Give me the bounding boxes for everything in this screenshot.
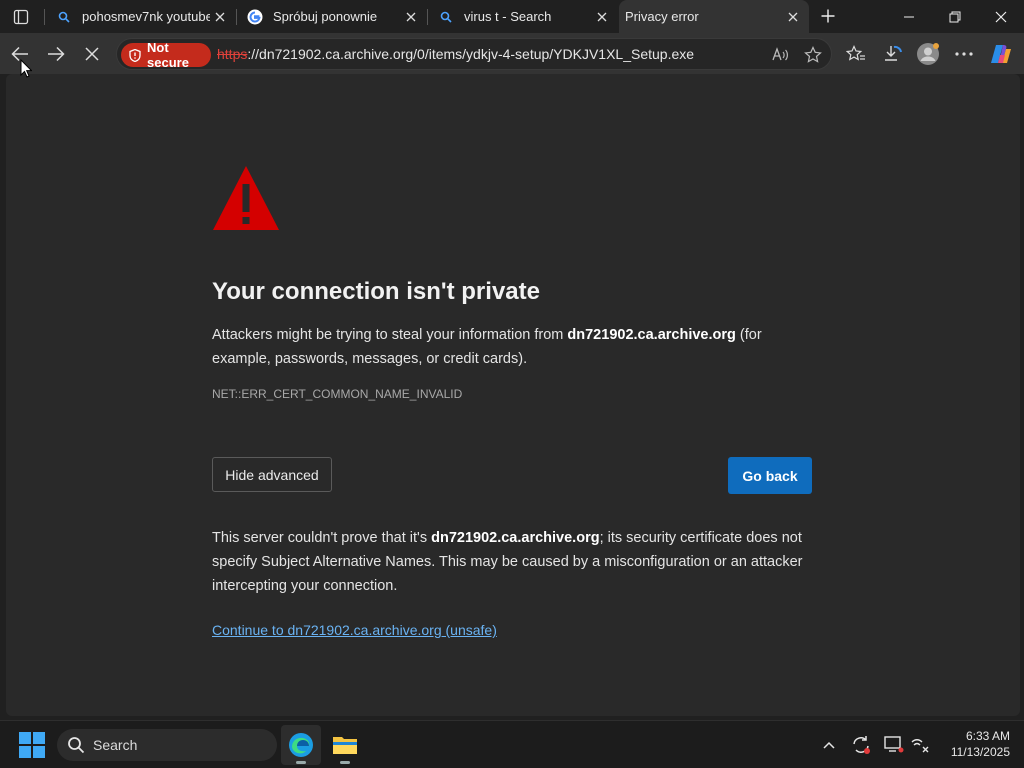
shield-warning-icon (129, 48, 141, 62)
tab-title: Privacy error (625, 9, 699, 24)
taskbar-search-box[interactable]: Search (57, 729, 277, 761)
display-icon[interactable] (882, 733, 906, 757)
windows-start-icon[interactable] (19, 732, 45, 758)
address-bar[interactable]: Not secure https://dn721902.ca.archive.o… (116, 38, 832, 70)
clock-date: 11/13/2025 (950, 745, 1010, 759)
clock-time: 6:33 AM (965, 729, 1010, 743)
file-explorer-taskbar-icon[interactable] (325, 725, 365, 765)
downloads-icon[interactable] (880, 41, 906, 67)
page-title: Your connection isn't private (212, 278, 540, 305)
url-path: ://dn721902.ca.archive.org/0/items/ydkjv… (247, 46, 695, 62)
detail-host: dn721902.ca.archive.org (431, 530, 600, 546)
tab-privacy-error[interactable]: Privacy error (619, 0, 809, 33)
edge-taskbar-icon[interactable] (281, 725, 321, 765)
error-code[interactable]: NET::ERR_CERT_COMMON_NAME_INVALID (212, 387, 462, 401)
close-tab-icon[interactable] (210, 7, 230, 27)
copilot-icon[interactable] (988, 41, 1014, 67)
error-page: Your connection isn't private Attackers … (6, 74, 1020, 716)
hide-advanced-button[interactable]: Hide advanced (212, 457, 332, 492)
google-icon (247, 9, 263, 25)
tab-title: virus t - Search (464, 9, 552, 24)
close-window-button[interactable] (978, 0, 1024, 33)
open-app-indicator (340, 761, 350, 764)
favorite-star-icon[interactable] (801, 43, 825, 67)
taskbar: Search 6:33 AM 11/13/2025 (0, 720, 1024, 768)
intro-text: Attackers might be trying to steal your … (212, 327, 568, 343)
minimize-button[interactable] (886, 0, 932, 33)
network-muted-icon[interactable] (908, 733, 932, 757)
tab-separator (44, 9, 45, 25)
stop-loading-button[interactable] (77, 39, 107, 69)
search-label: Search (93, 737, 138, 753)
profile-avatar-icon[interactable] (915, 41, 941, 67)
system-clock[interactable]: 6:33 AM 11/13/2025 (938, 728, 1010, 760)
browser-toolbar: Not secure https://dn721902.ca.archive.o… (0, 33, 1024, 74)
search-icon (56, 9, 72, 25)
search-icon (67, 736, 85, 754)
tab-title: pohosmev7nk youtube - (82, 9, 210, 24)
tab-youtube-search[interactable]: pohosmev7nk youtube - (46, 0, 236, 33)
restore-button[interactable] (932, 0, 978, 33)
more-menu-icon[interactable] (951, 41, 977, 67)
url-text[interactable]: https://dn721902.ca.archive.org/0/items/… (217, 46, 694, 62)
tab-virus-search[interactable]: virus t - Search (428, 0, 618, 33)
read-aloud-icon[interactable] (769, 43, 793, 67)
url-scheme: https (217, 46, 248, 62)
tab-title: Spróbuj ponownie (273, 9, 378, 24)
tab-strip: pohosmev7nk youtube - Spróbuj ponownie v… (0, 0, 1024, 33)
close-tab-icon[interactable] (592, 7, 612, 27)
not-secure-chip[interactable]: Not secure (121, 40, 211, 70)
intro-paragraph: Attackers might be trying to steal your … (212, 323, 822, 371)
forward-button[interactable] (41, 39, 71, 69)
tab-sprobuj-ponownie[interactable]: Spróbuj ponownie (237, 0, 427, 33)
search-icon (438, 9, 454, 25)
tab-actions-icon[interactable] (8, 6, 34, 28)
favorites-icon[interactable] (843, 41, 869, 67)
continue-unsafe-link[interactable]: Continue to dn721902.ca.archive.org (uns… (212, 622, 497, 638)
go-back-button[interactable]: Go back (728, 457, 812, 494)
active-app-indicator (296, 761, 306, 764)
advanced-details-paragraph: This server couldn't prove that it's dn7… (212, 526, 822, 598)
close-tab-icon[interactable] (783, 7, 803, 27)
sync-icon[interactable] (849, 733, 873, 757)
close-tab-icon[interactable] (401, 7, 421, 27)
detail-text: This server couldn't prove that it's (212, 530, 432, 546)
chevron-up-icon[interactable] (817, 733, 841, 757)
mouse-cursor-icon (20, 58, 33, 83)
new-tab-button[interactable] (816, 4, 840, 28)
intro-host: dn721902.ca.archive.org (567, 327, 736, 343)
warning-triangle-icon (212, 164, 280, 237)
not-secure-label: Not secure (147, 40, 189, 70)
browser-window: pohosmev7nk youtube - Spróbuj ponownie v… (0, 0, 1024, 720)
